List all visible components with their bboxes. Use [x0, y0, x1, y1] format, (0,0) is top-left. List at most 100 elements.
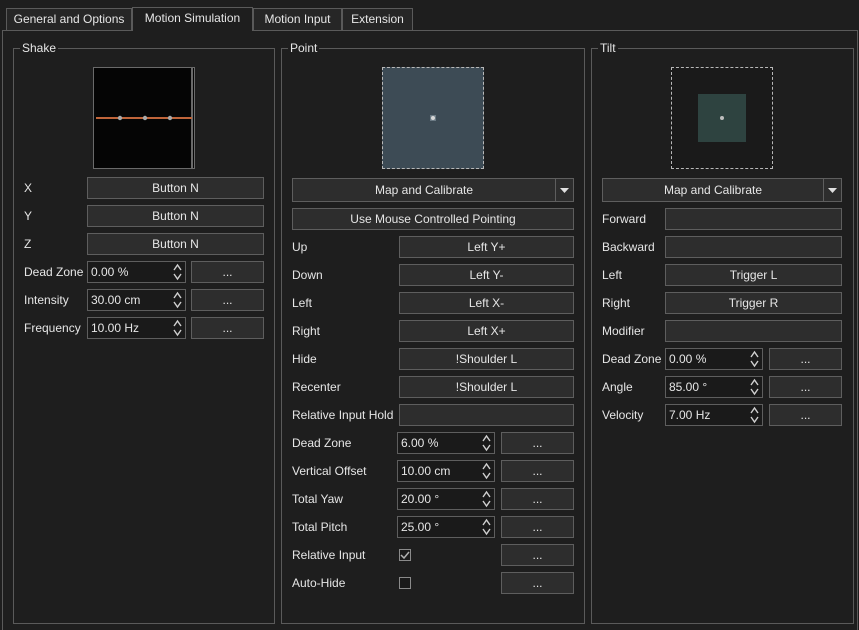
- point-preview: [382, 67, 484, 169]
- shake-x-button[interactable]: Button N: [87, 177, 264, 199]
- shake-preview: [93, 67, 195, 169]
- use-mouse-pointing-button[interactable]: Use Mouse Controlled Pointing: [292, 208, 574, 230]
- point-total-pitch-spinbox[interactable]: 25.00 °: [397, 516, 495, 538]
- spin-down-icon[interactable]: [482, 527, 491, 536]
- tilt-map-calibrate-combo[interactable]: Map and Calibrate: [602, 178, 842, 202]
- tilt-right-button[interactable]: Trigger R: [665, 292, 842, 314]
- spin-up-icon[interactable]: [173, 263, 182, 272]
- shake-y-button[interactable]: Button N: [87, 205, 264, 227]
- tilt-dead-zone-spinbox[interactable]: 0.00 %: [665, 348, 763, 370]
- tilt-velocity-spinbox[interactable]: 7.00 Hz: [665, 404, 763, 426]
- spin-down-icon[interactable]: [750, 359, 759, 368]
- point-down-label: Down: [292, 268, 323, 282]
- point-dead-zone-spinbox[interactable]: 6.00 %: [397, 432, 495, 454]
- point-dead-zone-more-button[interactable]: ...: [501, 432, 574, 454]
- point-total-yaw-more-button[interactable]: ...: [501, 488, 574, 510]
- spin-up-icon[interactable]: [482, 462, 491, 471]
- spin-up-icon[interactable]: [173, 319, 182, 328]
- shake-frequency-more-button[interactable]: ...: [191, 317, 264, 339]
- tilt-left-button[interactable]: Trigger L: [665, 264, 842, 286]
- point-map-calibrate-combo[interactable]: Map and Calibrate: [292, 178, 574, 202]
- tilt-backward-button[interactable]: [665, 236, 842, 258]
- tilt-left-label: Left: [602, 268, 623, 282]
- point-total-yaw-spinbox[interactable]: 20.00 °: [397, 488, 495, 510]
- shake-dead-zone-spinbox[interactable]: 0.00 %: [87, 261, 186, 283]
- shake-intensity-spinbox[interactable]: 30.00 cm: [87, 289, 186, 311]
- spin-up-icon[interactable]: [750, 378, 759, 387]
- tilt-velocity-value: 7.00 Hz: [669, 408, 711, 422]
- chevron-down-icon[interactable]: [555, 179, 573, 201]
- point-vertical-offset-value: 10.00 cm: [401, 464, 451, 478]
- point-vertical-offset-more-button[interactable]: ...: [501, 460, 574, 482]
- tilt-map-calibrate-label: Map and Calibrate: [663, 183, 763, 197]
- spin-up-icon[interactable]: [173, 291, 182, 300]
- tilt-angle-value: 85.00 °: [669, 380, 708, 394]
- spin-up-icon[interactable]: [482, 518, 491, 527]
- point-up-button[interactable]: Left Y+: [399, 236, 574, 258]
- point-relative-input-hold-button[interactable]: [399, 404, 574, 426]
- shake-frequency-label: Frequency: [24, 321, 81, 335]
- point-hide-button[interactable]: !Shoulder L: [399, 348, 574, 370]
- spin-up-icon[interactable]: [750, 406, 759, 415]
- spin-down-icon[interactable]: [173, 328, 182, 337]
- spin-up-icon[interactable]: [482, 490, 491, 499]
- point-relative-input-hold-label: Relative Input Hold: [292, 408, 394, 422]
- auto-hide-checkbox[interactable]: [399, 577, 411, 589]
- point-total-pitch-value: 25.00 °: [401, 520, 440, 534]
- tab-motion-simulation[interactable]: Motion Simulation: [132, 7, 253, 31]
- point-right-label: Right: [292, 324, 321, 338]
- shake-frequency-spinbox[interactable]: 10.00 Hz: [87, 317, 186, 339]
- tilt-angle-label: Angle: [602, 380, 633, 394]
- point-auto-hide-more-button[interactable]: ...: [501, 572, 574, 594]
- spin-up-icon[interactable]: [750, 350, 759, 359]
- shake-dead-zone-label: Dead Zone: [24, 265, 84, 279]
- spin-down-icon[interactable]: [173, 300, 182, 309]
- spin-down-icon[interactable]: [750, 387, 759, 396]
- shake-intensity-more-button[interactable]: ...: [191, 289, 264, 311]
- tilt-dead-zone-label: Dead Zone: [602, 352, 662, 366]
- shake-dead-zone-more-button[interactable]: ...: [191, 261, 264, 283]
- point-right-button[interactable]: Left X+: [399, 320, 574, 342]
- tilt-angle-more-button[interactable]: ...: [769, 376, 842, 398]
- spin-down-icon[interactable]: [173, 272, 182, 281]
- spin-down-icon[interactable]: [482, 499, 491, 508]
- point-down-button[interactable]: Left Y-: [399, 264, 574, 286]
- point-total-pitch-more-button[interactable]: ...: [501, 516, 574, 538]
- spin-down-icon[interactable]: [482, 443, 491, 452]
- checkmark-icon: [400, 551, 410, 560]
- tab-general-options[interactable]: General and Options: [6, 8, 132, 30]
- tilt-title: Tilt: [598, 41, 618, 55]
- spin-down-icon[interactable]: [482, 471, 491, 480]
- tilt-angle-spinbox[interactable]: 85.00 °: [665, 376, 763, 398]
- tilt-forward-label: Forward: [602, 212, 647, 226]
- tilt-preview-graphic: [698, 94, 746, 142]
- point-left-button[interactable]: Left X-: [399, 292, 574, 314]
- point-relative-input-more-button[interactable]: ...: [501, 544, 574, 566]
- point-total-yaw-value: 20.00 °: [401, 492, 440, 506]
- tilt-velocity-more-button[interactable]: ...: [769, 404, 842, 426]
- point-map-calibrate-label: Map and Calibrate: [374, 183, 474, 197]
- tab-extension[interactable]: Extension: [342, 8, 413, 30]
- point-recenter-button[interactable]: !Shoulder L: [399, 376, 574, 398]
- tilt-backward-label: Backward: [602, 240, 655, 254]
- point-vertical-offset-label: Vertical Offset: [292, 464, 367, 478]
- tilt-right-label: Right: [602, 296, 631, 310]
- shake-z-button[interactable]: Button N: [87, 233, 264, 255]
- point-total-pitch-label: Total Pitch: [292, 520, 348, 534]
- tilt-forward-button[interactable]: [665, 208, 842, 230]
- point-title: Point: [288, 41, 320, 55]
- tab-motion-input[interactable]: Motion Input: [253, 8, 342, 30]
- tilt-dead-zone-more-button[interactable]: ...: [769, 348, 842, 370]
- point-hide-label: Hide: [292, 352, 317, 366]
- tilt-velocity-label: Velocity: [602, 408, 644, 422]
- spin-down-icon[interactable]: [750, 415, 759, 424]
- spin-up-icon[interactable]: [482, 434, 491, 443]
- point-recenter-label: Recenter: [292, 380, 341, 394]
- point-vertical-offset-spinbox[interactable]: 10.00 cm: [397, 460, 495, 482]
- relative-input-checkbox[interactable]: [399, 549, 411, 561]
- shake-dead-zone-value: 0.00 %: [91, 265, 129, 279]
- chevron-down-icon[interactable]: [823, 179, 841, 201]
- tilt-dead-zone-value: 0.00 %: [669, 352, 707, 366]
- shake-title: Shake: [20, 41, 59, 55]
- tilt-modifier-button[interactable]: [665, 320, 842, 342]
